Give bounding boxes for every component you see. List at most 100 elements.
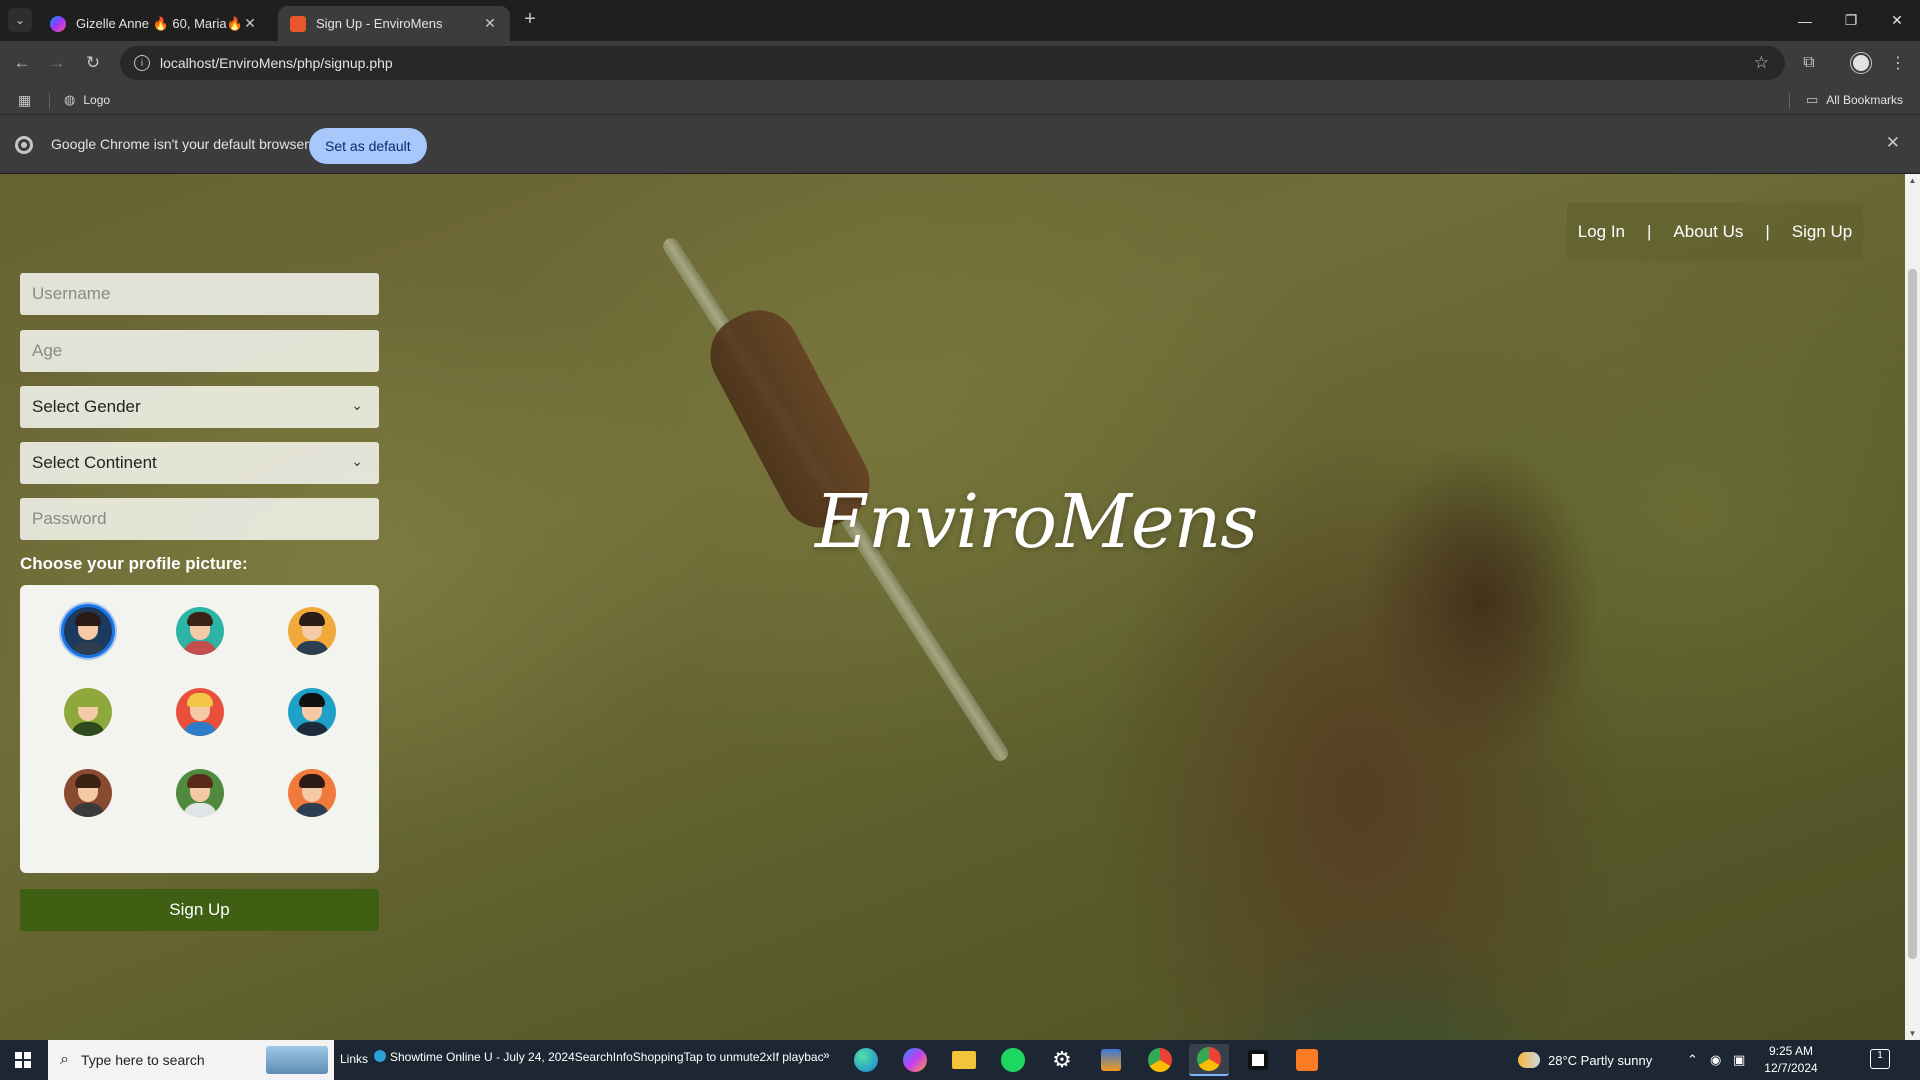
kebab-menu-icon[interactable]: ⋮ [1884, 49, 1912, 77]
bookmarks-bar: ▦ ◍ Logo ▭ All Bookmarks [0, 85, 1920, 115]
avatar-option-woman-green[interactable] [176, 769, 224, 817]
avatar-body [295, 641, 329, 655]
nav-about-link[interactable]: About Us [1673, 222, 1743, 242]
tab-signup-enviromens[interactable]: Sign Up - EnviroMens ✕ [278, 6, 510, 41]
extensions-puzzle-icon[interactable]: ⧉ [1795, 49, 1823, 77]
scrollbar-thumb[interactable] [1908, 269, 1917, 959]
signup-form: Select Gender ⌄ Select Continent ⌄ Choos… [20, 273, 379, 931]
globe-icon: ◍ [64, 92, 76, 107]
xampp-medal-icon[interactable] [1091, 1044, 1131, 1076]
avatar-hair [187, 693, 213, 707]
site-info-icon[interactable]: i [134, 55, 150, 71]
avatar-option-man-orange-mustache[interactable] [288, 769, 336, 817]
new-tab-plus-icon[interactable]: + [518, 8, 542, 31]
avatar-option-woman-teal[interactable] [176, 607, 224, 655]
clock-date: 12/7/2024 [1764, 1061, 1818, 1075]
bookmark-star-icon[interactable]: ☆ [1754, 53, 1769, 73]
messenger-icon [50, 15, 66, 32]
chrome-logo-icon [15, 136, 33, 154]
more-chevron-icon[interactable]: » [823, 1048, 830, 1062]
browser-toolbar: ← → ↻ i localhost/EnviroMens/php/signup.… [0, 41, 1920, 85]
avatar-option-man-bald-green[interactable] [64, 688, 112, 736]
news-ticker-text: Showtime Online U - July 24, 2024SearchI… [390, 1050, 824, 1064]
nav-separator: | [1647, 222, 1652, 241]
avatar-body [183, 641, 217, 655]
edge-icon[interactable] [846, 1044, 886, 1076]
restore-icon[interactable]: ❐ [1828, 0, 1874, 41]
nav-signup-link[interactable]: Sign Up [1792, 222, 1852, 242]
scroll-down-arrow-icon[interactable]: ▼ [1905, 1029, 1920, 1038]
reload-icon[interactable]: ↻ [79, 49, 107, 77]
scroll-up-arrow-icon[interactable]: ▲ [1905, 176, 1920, 185]
signup-submit-button[interactable]: Sign Up [20, 889, 379, 931]
windows-taskbar: ⌕ Type here to search Links Showtime Onl… [0, 1040, 1920, 1080]
apps-grid-icon[interactable]: ▦ [18, 92, 31, 109]
username-input[interactable] [20, 273, 379, 315]
windows-start-icon[interactable] [0, 1040, 46, 1080]
bookmark-logo[interactable]: ◍ Logo [64, 85, 110, 115]
default-browser-infobar: Google Chrome isn't your default browser… [0, 115, 1920, 174]
address-bar[interactable]: i localhost/EnviroMens/php/signup.php ☆ [120, 46, 1785, 80]
notification-center-icon[interactable]: 1 [1870, 1049, 1890, 1069]
infobar-message: Google Chrome isn't your default browser [51, 136, 309, 152]
avatar-body [183, 803, 217, 817]
spotify-icon[interactable] [993, 1044, 1033, 1076]
profile-avatar-icon[interactable] [1847, 49, 1875, 77]
chrome-active-icon[interactable] [1189, 1044, 1229, 1076]
avatar-body [183, 722, 217, 736]
continent-select[interactable]: Select Continent ⌄ [20, 442, 379, 484]
bookmarks-divider [1789, 93, 1790, 109]
taskbar-search[interactable]: ⌕ Type here to search [48, 1040, 334, 1080]
bookmark-label: Logo [83, 93, 111, 107]
tab-messenger[interactable]: Gizelle Anne 🔥 60, Maria🔥 99 ✕ [38, 6, 270, 41]
avatar-option-man-brown[interactable] [64, 769, 112, 817]
tray-overflow-chevron-icon[interactable]: ⌃ [1687, 1040, 1698, 1080]
password-input[interactable] [20, 498, 379, 540]
close-icon[interactable]: ✕ [242, 15, 258, 32]
gender-select-value: Select Gender [32, 397, 141, 416]
page-scrollbar[interactable]: ▲ ▼ [1905, 174, 1920, 1040]
close-icon[interactable]: ✕ [482, 15, 498, 32]
chrome-icon[interactable] [1140, 1044, 1180, 1076]
news-ticker[interactable]: Showtime Online U - July 24, 2024SearchI… [374, 1050, 828, 1064]
tray-meet-icon[interactable]: ▣ [1733, 1040, 1745, 1080]
avatar-option-woman-black-hair[interactable] [288, 688, 336, 736]
avatar-hair [75, 774, 101, 788]
avatar-hair [75, 612, 101, 626]
edge-news-icon [374, 1050, 386, 1062]
sublime-xampp-icon[interactable] [1287, 1044, 1327, 1076]
infobar-close-icon[interactable]: ✕ [1886, 133, 1900, 153]
taskbar-search-placeholder: Type here to search [80, 1052, 205, 1068]
tray-record-icon[interactable]: ◉ [1710, 1040, 1721, 1080]
all-bookmarks[interactable]: ▭ All Bookmarks [1806, 85, 1903, 115]
file-explorer-icon[interactable] [944, 1044, 984, 1076]
nav-login-link[interactable]: Log In [1578, 222, 1625, 242]
system-clock[interactable]: 9:25 AM 12/7/2024 [1756, 1043, 1826, 1077]
gender-select[interactable]: Select Gender ⌄ [20, 386, 379, 428]
avatar-option-woman-blonde-red[interactable] [176, 688, 224, 736]
url-text[interactable]: localhost/EnviroMens/php/signup.php [160, 55, 393, 71]
minimize-icon[interactable]: — [1782, 0, 1828, 41]
settings-gear-icon[interactable]: ⚙ [1042, 1044, 1082, 1076]
back-arrow-icon[interactable]: ← [8, 49, 36, 77]
tab-search-chevron-icon[interactable]: ⌄ [8, 8, 32, 32]
tab-title: Gizelle Anne 🔥 60, Maria🔥 99 [76, 15, 242, 31]
copilot-icon[interactable] [895, 1044, 935, 1076]
avatar-hair [75, 693, 101, 707]
forward-arrow-icon[interactable]: → [43, 49, 71, 77]
notification-count: 1 [1877, 1050, 1883, 1061]
avatar-hair [299, 774, 325, 788]
terminal-app-icon[interactable] [1238, 1044, 1278, 1076]
avatar-option-man-orange[interactable] [288, 607, 336, 655]
avatar-option-man-dark-beard[interactable] [64, 607, 112, 655]
age-input[interactable] [20, 330, 379, 372]
chevron-down-icon: ⌄ [351, 397, 363, 413]
window-close-icon[interactable]: ✕ [1874, 0, 1920, 41]
links-toolbar-label[interactable]: Links [340, 1052, 368, 1066]
set-as-default-button[interactable]: Set as default [309, 128, 427, 164]
continent-select-value: Select Continent [32, 453, 157, 472]
search-highlight-image [266, 1046, 328, 1074]
avatar-body [71, 722, 105, 736]
weather-widget[interactable]: 28°C Partly sunny [1518, 1040, 1652, 1080]
avatar-body [71, 803, 105, 817]
